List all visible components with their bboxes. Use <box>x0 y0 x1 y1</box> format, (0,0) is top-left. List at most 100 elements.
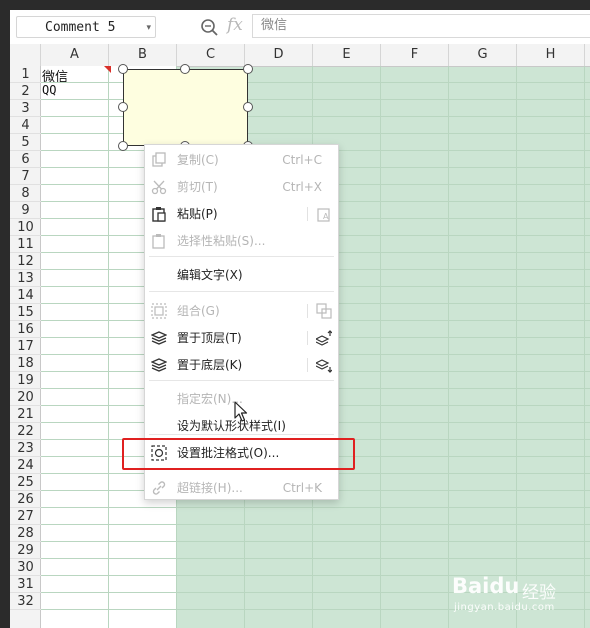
menu-item-label: 组合(G) <box>177 304 220 318</box>
grid-line <box>41 524 590 525</box>
paste-format-icon[interactable]: A <box>316 206 332 222</box>
menu-item-separator <box>307 207 308 221</box>
menu-item-label: 置于底层(K) <box>177 358 243 372</box>
row-header-24[interactable]: 24 <box>10 457 41 474</box>
copy-icon <box>152 152 166 167</box>
row-header-11[interactable]: 11 <box>10 236 41 253</box>
resize-handle[interactable] <box>118 64 128 74</box>
row-header-19[interactable]: 19 <box>10 372 41 389</box>
row-header-30[interactable]: 30 <box>10 559 41 576</box>
row-header-6[interactable]: 6 <box>10 151 41 168</box>
row-header-10[interactable]: 10 <box>10 219 41 236</box>
menu-item-label: 置于顶层(T) <box>177 331 242 345</box>
grid-line <box>41 541 590 542</box>
row-header-2[interactable]: 2 <box>10 83 41 100</box>
column-header-b[interactable]: B <box>109 44 177 66</box>
row-header-22[interactable]: 22 <box>10 423 41 440</box>
zoom-icon[interactable] <box>200 18 220 38</box>
select-all-corner[interactable] <box>10 44 41 66</box>
column-header-f[interactable]: F <box>381 44 449 66</box>
comment-indicator <box>104 66 111 73</box>
send-backward-icon[interactable] <box>316 357 332 373</box>
column-header-h[interactable]: H <box>517 44 585 66</box>
bring-to-front-icon <box>151 331 167 345</box>
row-header-14[interactable]: 14 <box>10 287 41 304</box>
menu-item-4[interactable]: 编辑文字(X) <box>145 262 338 288</box>
row-header-31[interactable]: 31 <box>10 576 41 593</box>
row-header-23[interactable]: 23 <box>10 440 41 457</box>
row-header-5[interactable]: 5 <box>10 134 41 151</box>
menu-divider <box>149 434 334 435</box>
row-header-26[interactable]: 26 <box>10 491 41 508</box>
row-header-8[interactable]: 8 <box>10 185 41 202</box>
menu-item-11[interactable]: 超链接(H)... Ctrl+K <box>145 475 338 501</box>
menu-divider <box>149 256 334 257</box>
column-header-a[interactable]: A <box>41 44 109 66</box>
menu-item-shortcut: Ctrl+X <box>282 180 322 194</box>
row-header-3[interactable]: 3 <box>10 100 41 117</box>
resize-handle[interactable] <box>180 64 190 74</box>
row-header-17[interactable]: 17 <box>10 338 41 355</box>
menu-item-label: 复制(C) <box>177 153 219 167</box>
menu-item-shortcut: Ctrl+K <box>282 481 322 495</box>
comment-box[interactable] <box>123 69 248 146</box>
menu-item-label: 编辑文字(X) <box>177 268 243 282</box>
menu-item-label: 选择性粘贴(S)... <box>177 234 266 248</box>
ungroup-icon[interactable] <box>316 303 332 319</box>
column-header-g[interactable]: G <box>449 44 517 66</box>
row-header-28[interactable]: 28 <box>10 525 41 542</box>
watermark-url: jingyan.baidu.com <box>454 602 555 613</box>
menu-item-1[interactable]: 剪切(T) Ctrl+X <box>145 174 338 200</box>
resize-handle[interactable] <box>118 102 128 112</box>
send-to-back-icon <box>151 358 167 372</box>
row-header-12[interactable]: 12 <box>10 253 41 270</box>
grid-line <box>41 558 590 559</box>
row-header-32[interactable]: 32 <box>10 593 41 610</box>
menu-item-0[interactable]: 复制(C) Ctrl+C <box>145 147 338 173</box>
row-header-13[interactable]: 13 <box>10 270 41 287</box>
formula-input[interactable]: 微信 <box>252 14 590 38</box>
row-header-15[interactable]: 15 <box>10 304 41 321</box>
row-header-20[interactable]: 20 <box>10 389 41 406</box>
menu-item-separator <box>307 331 308 345</box>
chevron-down-icon[interactable]: ▾ <box>146 17 151 39</box>
cut-icon <box>151 180 167 195</box>
row-header-29[interactable]: 29 <box>10 542 41 559</box>
hyperlink-icon <box>152 481 166 495</box>
menu-divider <box>149 380 334 381</box>
resize-handle[interactable] <box>118 141 128 151</box>
bring-forward-icon[interactable] <box>316 330 332 346</box>
row-header-4[interactable]: 4 <box>10 117 41 134</box>
row-header-7[interactable]: 7 <box>10 168 41 185</box>
column-header-e[interactable]: E <box>313 44 381 66</box>
row-header-21[interactable]: 21 <box>10 406 41 423</box>
menu-item-separator <box>307 304 308 318</box>
resize-handle[interactable] <box>243 64 253 74</box>
resize-handle[interactable] <box>243 102 253 112</box>
watermark-cn: 经验 <box>522 583 556 603</box>
menu-item-label: 粘贴(P) <box>177 207 218 221</box>
menu-item-5[interactable]: 组合(G) <box>145 298 338 324</box>
row-header-18[interactable]: 18 <box>10 355 41 372</box>
menu-item-3[interactable]: 选择性粘贴(S)... <box>145 228 338 254</box>
group-icon <box>151 303 167 319</box>
fx-icon[interactable]: fx <box>227 15 243 35</box>
row-header-16[interactable]: 16 <box>10 321 41 338</box>
cell-a2[interactable]: QQ <box>42 83 56 97</box>
row-header-27[interactable]: 27 <box>10 508 41 525</box>
menu-item-6[interactable]: 置于顶层(T) <box>145 325 338 351</box>
paste-special-icon <box>152 234 165 249</box>
menu-item-7[interactable]: 置于底层(K) <box>145 352 338 378</box>
menu-item-separator <box>307 358 308 372</box>
column-header-d[interactable]: D <box>245 44 313 66</box>
row-header-25[interactable]: 25 <box>10 474 41 491</box>
row-header-1[interactable]: 1 <box>10 66 41 83</box>
menu-item-2[interactable]: 粘贴(P) A <box>145 201 338 227</box>
row-header-9[interactable]: 9 <box>10 202 41 219</box>
menu-item-label: 设为默认形状样式(I) <box>177 419 286 433</box>
column-header-c[interactable]: C <box>177 44 245 66</box>
mouse-cursor-icon <box>234 401 248 422</box>
name-box[interactable]: Comment 5 ▾ <box>16 16 156 38</box>
menu-item-label: 指定宏(N)... <box>177 392 243 406</box>
menu-divider <box>149 291 334 292</box>
